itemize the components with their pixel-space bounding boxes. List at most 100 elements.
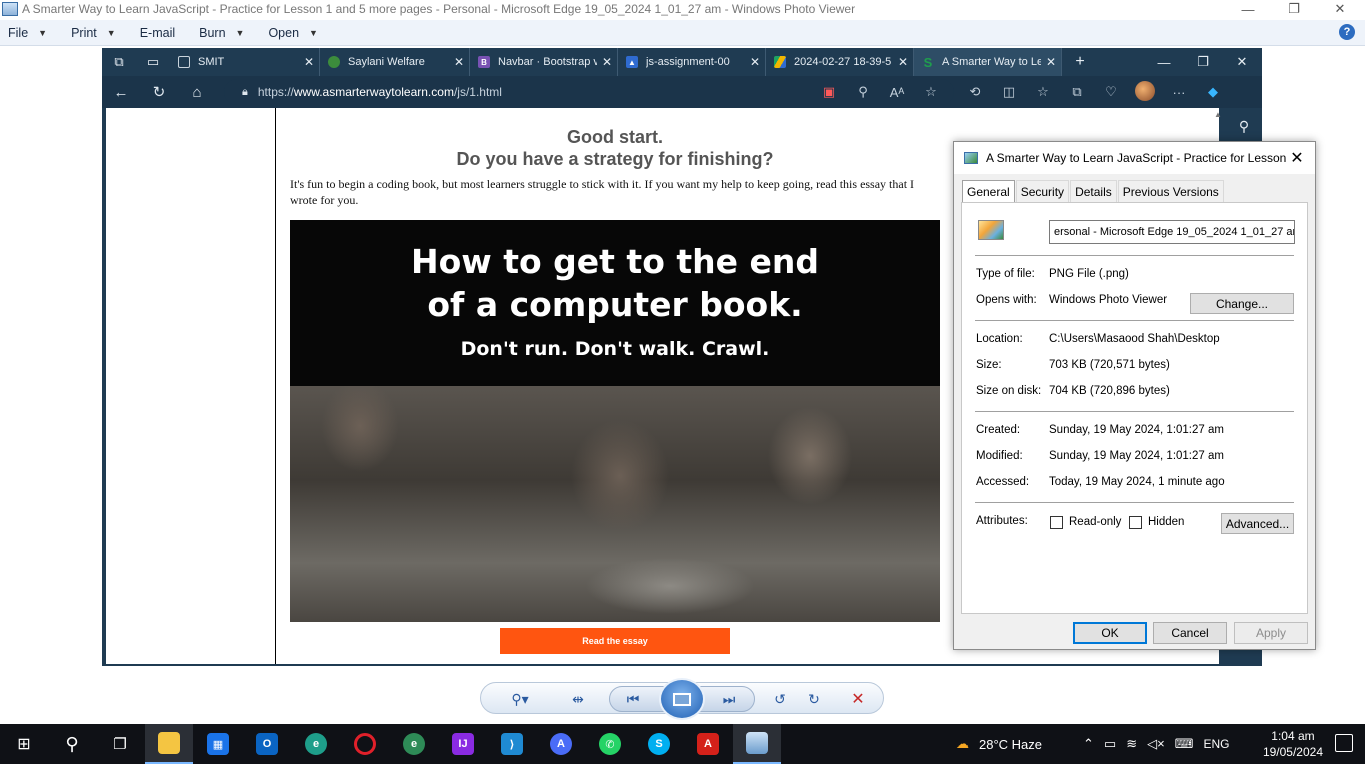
advanced-button[interactable]: Advanced... [1221,513,1294,534]
intellij-app-icon: IJ [452,733,474,755]
tab-previous-versions[interactable]: Previous Versions [1117,180,1224,202]
acrobat-app-icon: A [697,733,719,755]
edge-icon[interactable]: e [292,724,340,764]
clock[interactable]: 1:04 am 19/05/2024 [1263,728,1323,760]
menu-burn[interactable]: Burn ▼ [191,20,252,46]
search-icon[interactable]: ⚲ [48,724,96,764]
tab-label: 2024-02-27 18-39-5 [794,56,892,68]
chevron-down-icon: ▼ [235,27,245,38]
dialog-close-icon[interactable]: ✕ [1285,146,1309,170]
dialog-title: A Smarter Way to Learn JavaScript - Prac… [986,151,1286,165]
next-icon[interactable]: ⏭ [718,689,740,709]
opens-with-label: Opens with: [976,294,1037,306]
maximize-button[interactable]: ❐ [1271,0,1317,18]
window-title: A Smarter Way to Learn JavaScript - Prac… [22,2,856,16]
browser-close-icon: ✕ [1236,54,1248,69]
promo-line-1: How to get to the end [410,242,820,281]
hidden-checkbox[interactable] [1129,516,1142,529]
tab-security[interactable]: Security [1015,180,1070,202]
rotate-cw-icon[interactable]: ↻ [803,689,825,709]
tab-label: Saylani Welfare [348,56,425,68]
tab-general[interactable]: General [962,180,1015,203]
cancel-button[interactable]: Cancel [1153,622,1227,644]
windows-icon: ⊞ [17,736,31,753]
collections-icon: ⧉ [1072,84,1082,99]
menu-open[interactable]: Open ▼ [260,20,326,46]
language-indicator[interactable]: ENG [1203,737,1229,751]
help-icon[interactable]: ? [1339,24,1355,40]
read-aloud-icon: Aᴬ [889,84,905,100]
edge-dev-icon[interactable]: e [390,724,438,764]
menu-email[interactable]: E-mail [132,20,183,46]
menu-print-label: Print [71,25,97,40]
split-screen-icon: ◫ [1002,84,1016,99]
tab-label: SMIT [198,56,225,68]
general-panel: ersonal - Microsoft Edge 19_05_2024 1_01… [961,202,1308,614]
intellij-icon[interactable]: IJ [439,724,487,764]
accessed-value: Today, 19 May 2024, 1 minute ago [1049,476,1225,488]
acrobat-icon[interactable]: A [684,724,732,764]
tab-details[interactable]: Details [1070,180,1117,202]
location-label: Location: [976,333,1023,345]
browser-tab-strip: ⧉ ▭ SMIT ✕ Saylani Welfare ✕ B Navbar · Boo… [102,48,1262,76]
volume-icon[interactable]: ◁× [1147,736,1165,752]
network-icon[interactable]: ≋ [1126,736,1137,752]
notifications-icon[interactable] [1335,734,1353,752]
tab-close-icon: ✕ [303,55,315,69]
divider [975,502,1294,503]
page-heading: Good start. Do you have a strategy for f… [276,126,954,170]
browser-address-bar: ← ↻ ⌂ 🔒︎ https://www.asmarterwaytolearn.… [102,76,1262,108]
close-button[interactable]: ✕ [1317,0,1363,18]
readonly-checkbox[interactable] [1050,516,1063,529]
extensions-icon: ⟲ [969,84,981,99]
folder-icon [158,732,180,754]
photo-viewer-taskbar-icon[interactable] [733,724,781,764]
tab-label: Navbar · Bootstrap v5 [498,56,597,68]
menu-email-label: E-mail [139,25,176,40]
rotate-ccw-icon[interactable]: ↺ [769,689,791,709]
browser-tab: ▲ js-assignment-00 ✕ [618,48,766,76]
properties-dialog: A Smarter Way to Learn JavaScript - Prac… [953,141,1316,650]
ok-button[interactable]: OK [1073,622,1147,644]
tab-close-icon: ✕ [453,55,465,69]
slideshow-button[interactable] [659,678,705,720]
app-icon[interactable]: A [537,724,585,764]
zoom-icon[interactable]: ⚲▾ [509,689,531,709]
change-button[interactable]: Change... [1190,293,1294,314]
clock-date: 19/05/2024 [1262,745,1323,759]
type-label: Type of file: [976,268,1035,280]
edge-app-icon: e [305,733,327,755]
weather-text: 28°C Haze [979,736,1043,752]
actual-size-icon[interactable]: ⇹ [567,689,589,709]
globe-icon [328,56,340,68]
store-icon[interactable]: ▦ [194,724,242,764]
file-explorer-icon[interactable] [145,724,193,764]
created-value: Sunday, 19 May 2024, 1:01:27 am [1049,424,1224,436]
type-value: PNG File (.png) [1049,268,1129,280]
menu-print[interactable]: Print ▼ [63,20,124,46]
keyboard-icon[interactable]: ⌨ [1175,736,1194,752]
menu-file[interactable]: File ▼ [0,20,55,46]
chevron-up-icon[interactable]: ⌃ [1083,736,1094,752]
opera-app-icon [354,733,376,755]
delete-icon[interactable]: ✕ [847,689,869,709]
outlook-icon[interactable]: O [243,724,291,764]
url-actions: ▣ ⚲ Aᴬ ☆ [812,76,948,108]
divider [975,255,1294,256]
skype-icon[interactable]: S [635,724,683,764]
minimize-button[interactable]: — [1225,0,1271,18]
whatsapp-icon[interactable]: ✆ [586,724,634,764]
outlook-app-icon: O [256,733,278,755]
battery-icon[interactable]: ▭ [1104,736,1116,752]
start-button[interactable]: ⊞ [0,724,48,764]
vscode-app-icon: ⟩ [501,733,523,755]
task-view-icon[interactable]: ❐ [96,724,144,764]
opera-icon[interactable] [341,724,389,764]
previous-icon[interactable]: ⏮ [622,689,644,709]
weather-widget[interactable]: ☁ 28°C Haze [956,724,1042,764]
browser-minimize-icon: — [1157,54,1171,70]
dialog-title-bar: A Smarter Way to Learn JavaScript - Prac… [954,142,1315,174]
filename-field[interactable]: ersonal - Microsoft Edge 19_05_2024 1_01… [1049,220,1295,244]
browser-tab: Saylani Welfare ✕ [320,48,470,76]
vscode-icon[interactable]: ⟩ [488,724,536,764]
